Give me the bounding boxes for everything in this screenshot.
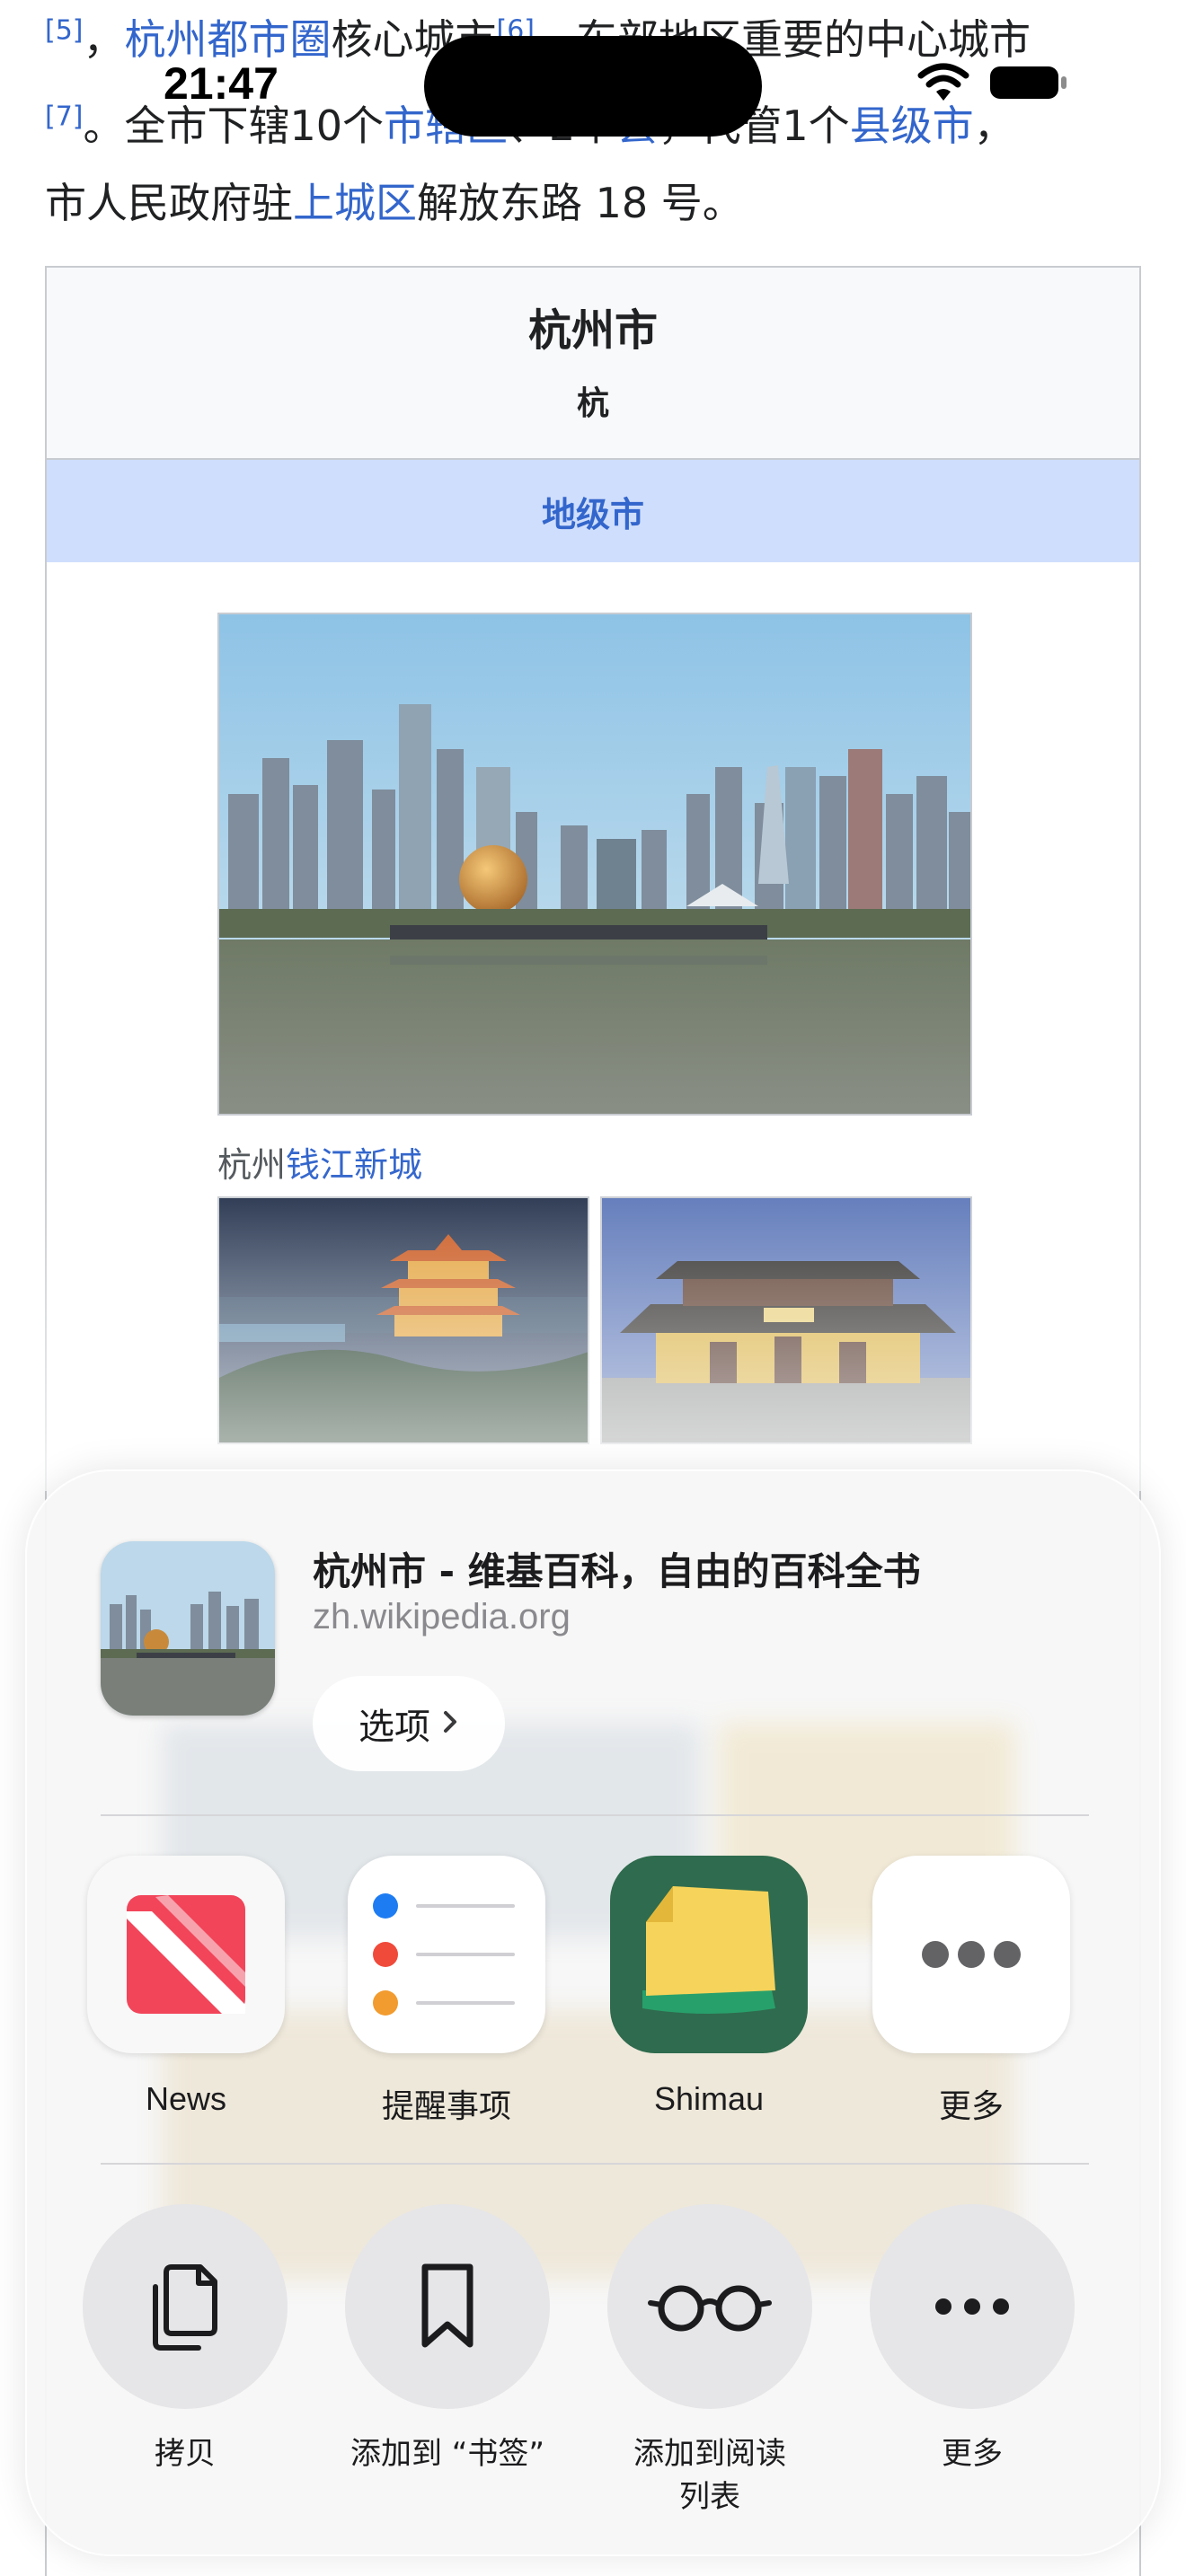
bookmark-icon	[345, 2204, 550, 2409]
action-label-line1: 添加到阅读	[633, 2436, 786, 2472]
reading-glasses-icon	[607, 2204, 812, 2409]
skyline-photo[interactable]	[217, 613, 972, 1116]
action-copy[interactable]: 拷贝	[77, 2204, 293, 2475]
status-time: 21:47	[164, 58, 279, 109]
infobox-type-band: 地级市	[47, 458, 1139, 562]
more-dots-icon	[870, 2204, 1075, 2409]
text: ，	[973, 101, 1015, 150]
shared-page-url: zh.wikipedia.org	[313, 1597, 571, 1636]
more-dots-icon	[872, 1856, 1070, 2053]
link-prefecture-city[interactable]: 地级市	[542, 487, 644, 536]
text: 市人民政府驻	[45, 179, 293, 227]
screen: [5]，杭州都市圈核心城市[6]，东部地区重要的中心城市 [7]。全市下辖10个…	[0, 0, 1186, 2576]
infobox-subtitle: 杭	[576, 385, 609, 422]
battery-icon	[988, 63, 1069, 106]
app-label: 更多	[938, 2087, 1004, 2124]
reminders-icon	[348, 1856, 545, 2053]
text: 解放东路 18 号。	[417, 179, 744, 227]
app-reminders[interactable]: 提醒事项	[345, 1856, 548, 2127]
citation-ref[interactable]: [5]	[45, 15, 84, 47]
page-thumbnail	[101, 1541, 275, 1716]
app-label: News	[145, 2080, 227, 2117]
app-label: Shimau	[653, 2080, 765, 2117]
shimau-icon	[610, 1856, 808, 2053]
app-shimau[interactable]: Shimau	[607, 1856, 810, 2118]
skyline-image	[219, 614, 970, 1114]
link-county-city[interactable]: 县级市	[850, 101, 974, 150]
infobox-title: 杭州市	[527, 305, 658, 356]
app-label: 提醒事项	[381, 2087, 511, 2124]
app-news[interactable]: News	[84, 1856, 288, 2118]
options-button[interactable]: 选项	[313, 1676, 505, 1771]
action-add-reading-list[interactable]: 添加到阅读 列表	[602, 2204, 818, 2519]
divider	[101, 2163, 1089, 2165]
app-more[interactable]: 更多	[870, 1856, 1073, 2127]
copy-icon	[83, 2204, 288, 2409]
action-label-line2: 列表	[679, 2479, 740, 2515]
chevron-right-icon	[441, 1703, 459, 1744]
status-icons	[916, 63, 1069, 106]
dynamic-island	[424, 36, 762, 137]
link-hangzhou-metro[interactable]: 杭州都市圈	[125, 15, 332, 64]
text: ，	[83, 15, 125, 64]
shared-page-title: 杭州市 - 维基百科，自由的百科全书	[313, 1549, 921, 1593]
action-label: 添加到阅读 列表	[602, 2432, 818, 2519]
wifi-icon	[916, 63, 970, 106]
share-sheet: 杭州市 - 维基百科，自由的百科全书 zh.wikipedia.org 选项 N…	[25, 1469, 1161, 2556]
article-line-3: 市人民政府驻上城区解放东路 18 号。	[45, 165, 1141, 241]
action-more[interactable]: 更多	[864, 2204, 1080, 2475]
news-icon	[87, 1856, 285, 2053]
content-fade	[0, 1168, 1186, 1491]
action-add-bookmark[interactable]: 添加到 “书签”	[340, 2204, 555, 2475]
citation-ref[interactable]: [7]	[45, 101, 84, 133]
divider	[101, 1814, 1089, 1816]
action-label: 添加到 “书签”	[350, 2436, 545, 2472]
action-label: 更多	[942, 2436, 1003, 2472]
action-label: 拷贝	[155, 2436, 216, 2472]
options-label: 选项	[358, 1707, 430, 1748]
link-shangcheng[interactable]: 上城区	[293, 179, 417, 227]
